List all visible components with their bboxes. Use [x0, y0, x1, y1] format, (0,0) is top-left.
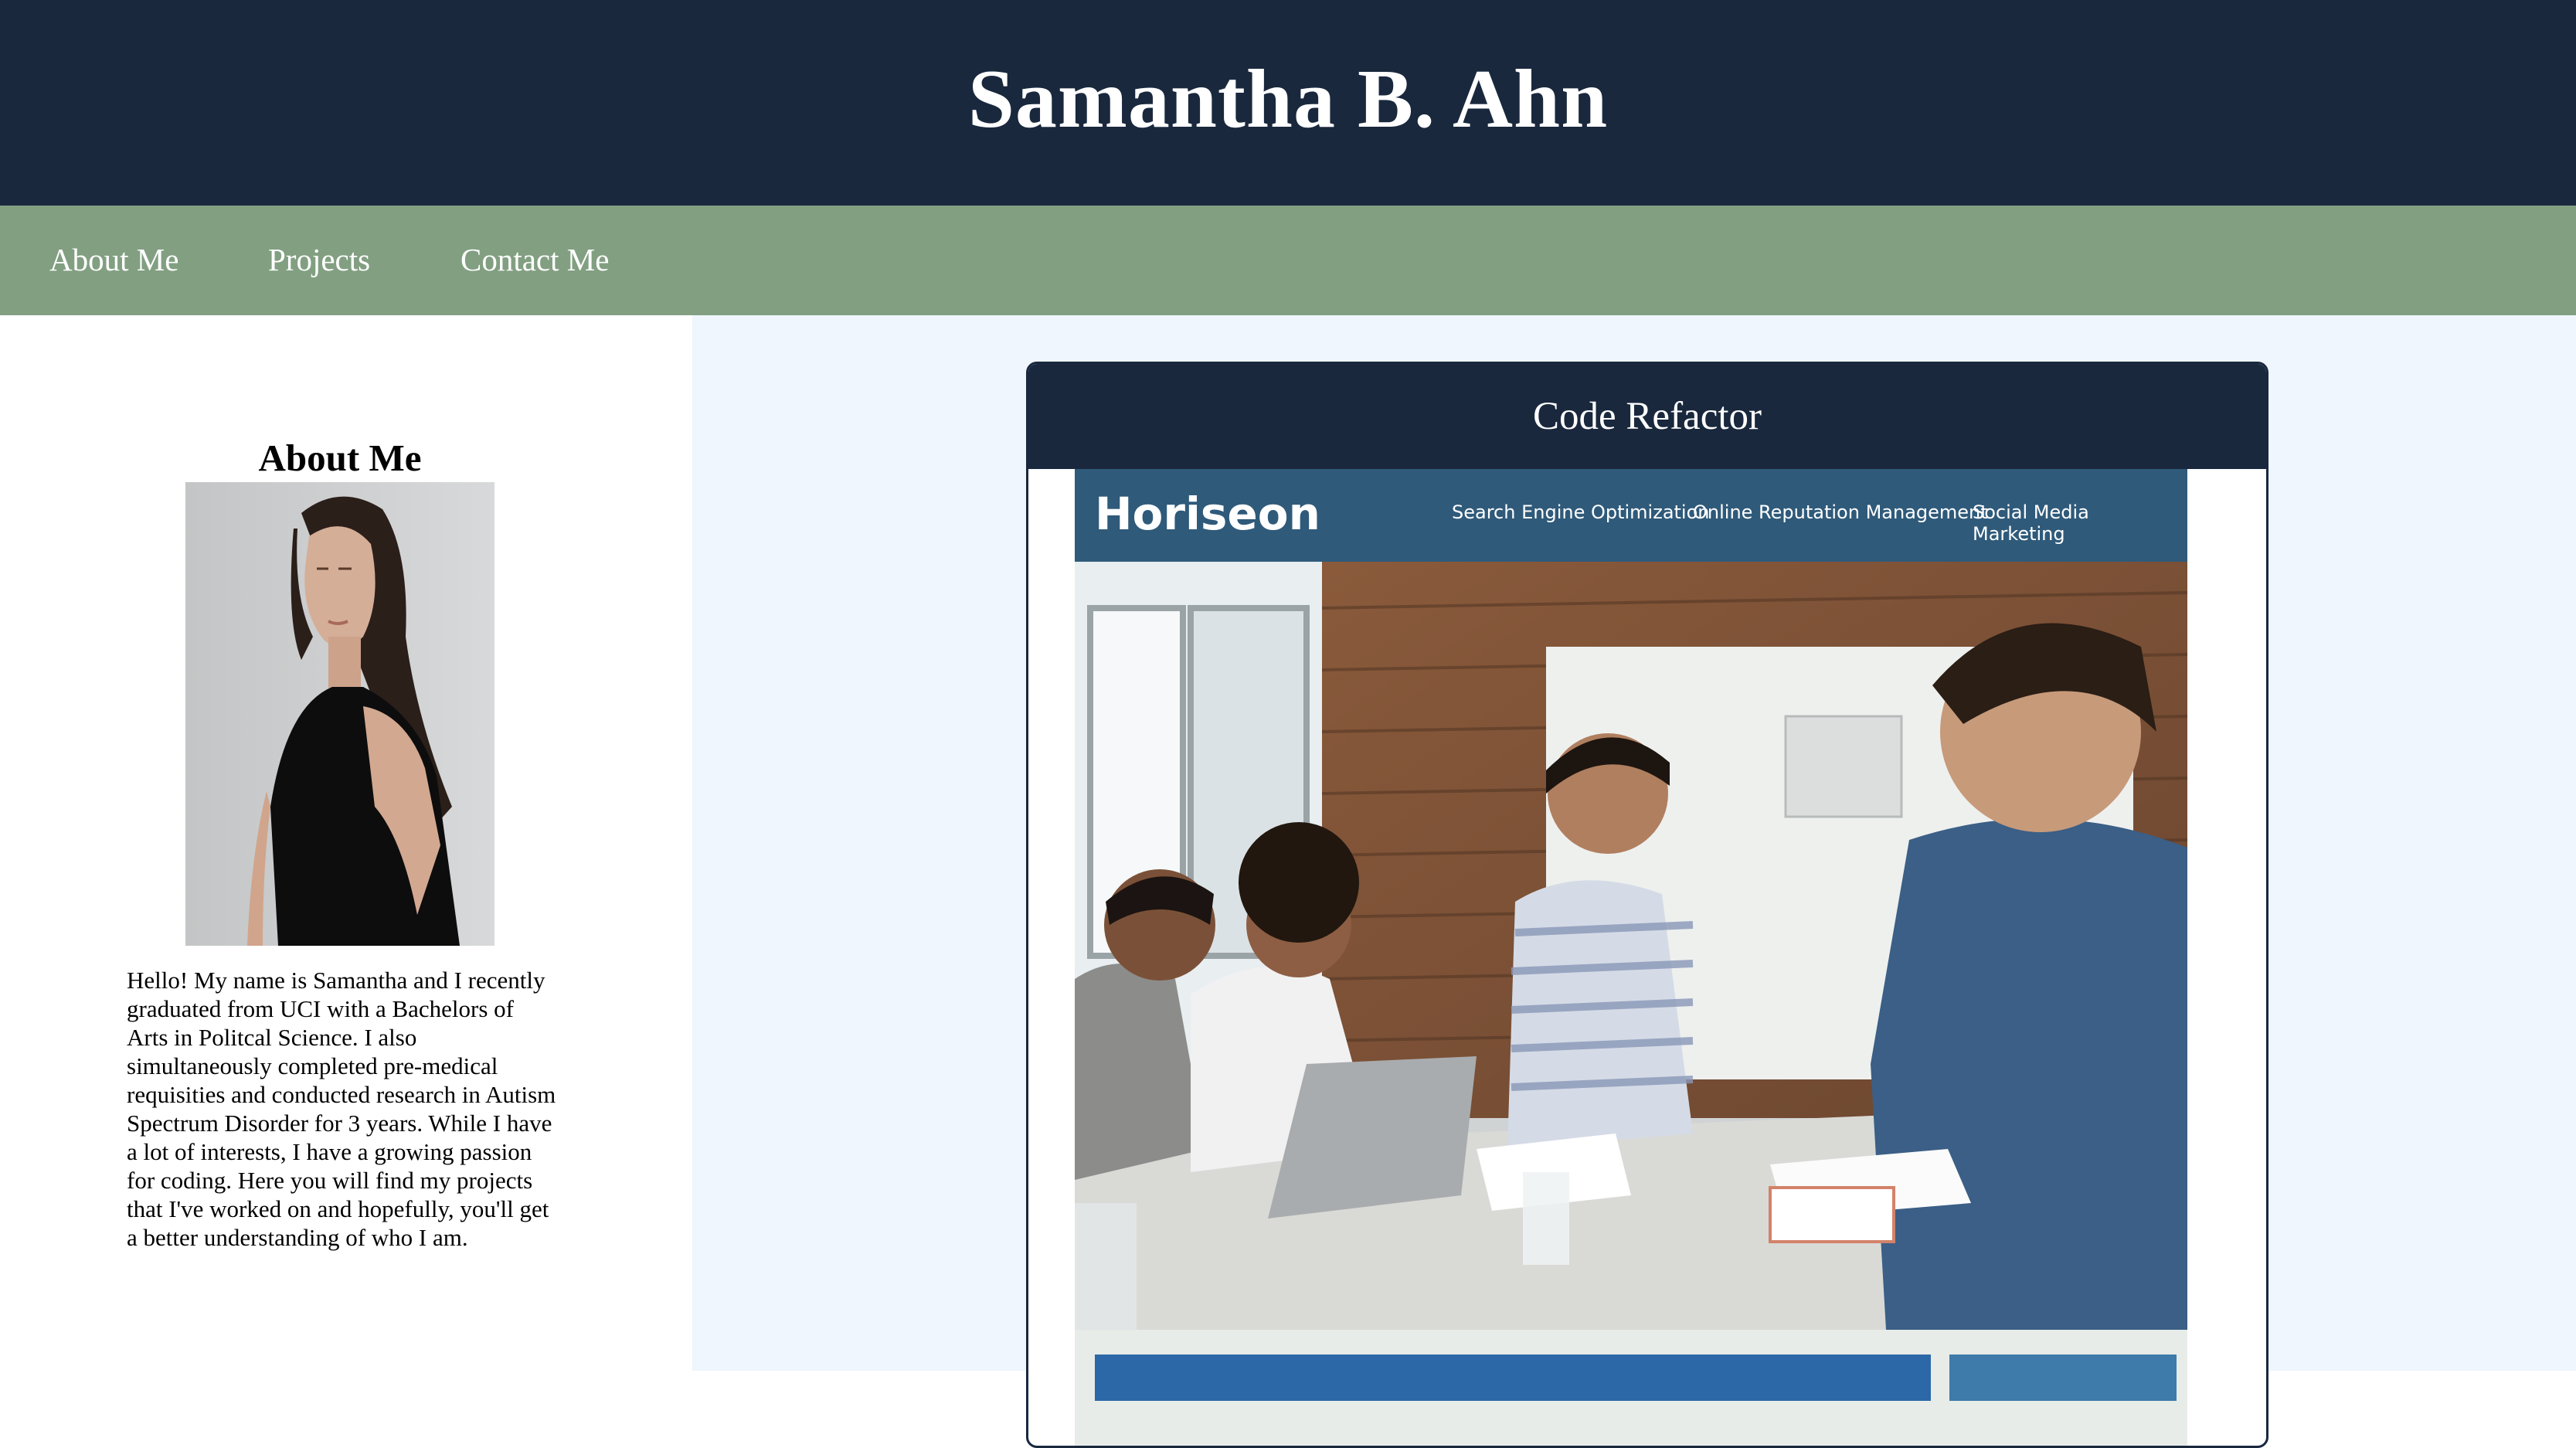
project-title: Code Refactor — [1533, 395, 1762, 438]
portrait-photo — [185, 482, 494, 946]
about-bio: Hello! My name is Samantha and I recentl… — [127, 967, 556, 1251]
project-screenshot[interactable]: Horiseon Search Engine Optimization Onli… — [1075, 469, 2187, 1446]
projects-section: Code Refactor Horiseon Search Engine Opt… — [692, 315, 2576, 1448]
project-card[interactable]: Code Refactor Horiseon Search Engine Opt… — [1026, 362, 2268, 1448]
site-header: Samantha B. Ahn — [0, 0, 2576, 206]
screenshot-brand: Horiseon — [1095, 488, 1320, 540]
screenshot-link-reputation: Online Reputation Management — [1693, 501, 1988, 523]
about-heading: About Me — [258, 437, 422, 479]
screenshot-link-seo: Search Engine Optimization — [1452, 501, 1710, 523]
site-title: Samantha B. Ahn — [967, 53, 1609, 145]
nav-link-projects[interactable]: Projects — [268, 241, 370, 278]
project-card-header: Code Refactor — [1028, 364, 2266, 469]
meeting-photo — [1075, 562, 2187, 1330]
nav-link-contact-me[interactable]: Contact Me — [460, 241, 609, 278]
about-section: About Me Hello! My name is Samantha and … — [0, 315, 692, 1371]
screenshot-content-block — [1095, 1355, 1931, 1401]
screenshot-nav-bar: Horiseon Search Engine Optimization Onli… — [1075, 469, 2187, 562]
main-nav: About Me Projects Contact Me — [0, 206, 2576, 315]
nav-link-about-me[interactable]: About Me — [49, 241, 178, 278]
screenshot-sidebar-block — [1949, 1355, 2177, 1401]
screenshot-link-social: Social Media Marketing — [1973, 501, 2089, 545]
